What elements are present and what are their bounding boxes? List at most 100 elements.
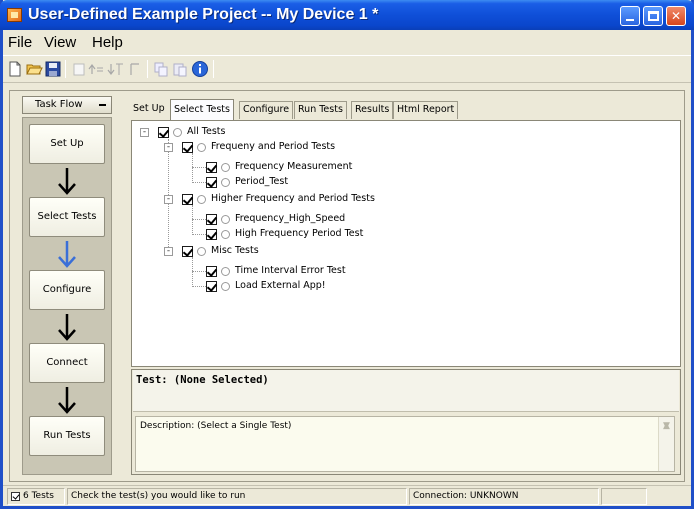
collapse-icon[interactable]: - bbox=[164, 143, 173, 152]
info-icon[interactable] bbox=[191, 60, 209, 78]
application-window: User-Defined Example Project -- My Devic… bbox=[0, 0, 694, 509]
tree-label: All Tests bbox=[187, 126, 226, 137]
checkbox-checked[interactable] bbox=[182, 246, 193, 257]
task-flow-panel: Task Flow Set Up Select Tests Configure … bbox=[14, 95, 118, 479]
arrow-down-icon bbox=[58, 387, 76, 414]
menu-file[interactable]: File bbox=[8, 34, 32, 51]
tree-connector bbox=[192, 167, 206, 168]
checkbox-checked[interactable] bbox=[206, 266, 217, 277]
tree-node-test[interactable]: Load External App! bbox=[206, 279, 506, 293]
description-scrollbar[interactable]: ▲ ▼ bbox=[658, 417, 674, 471]
tab-configure[interactable]: Configure bbox=[239, 101, 294, 119]
maximize-icon bbox=[648, 11, 659, 21]
description-box[interactable]: Description: (Select a Single Test) ▲ ▼ bbox=[135, 416, 675, 472]
tab-html-report[interactable]: Html Report bbox=[393, 101, 459, 119]
close-icon: ✕ bbox=[670, 9, 682, 23]
tests-count: 6 Tests bbox=[23, 491, 54, 501]
step-set-up-button[interactable]: Set Up bbox=[29, 124, 105, 164]
tree-node-root[interactable]: - All Tests bbox=[140, 125, 340, 139]
connection-status-cell: Connection: UNKNOWN bbox=[409, 488, 599, 505]
main-area: Task Flow Set Up Select Tests Configure … bbox=[9, 90, 685, 482]
status-circle-icon bbox=[173, 128, 182, 137]
paste-icon[interactable] bbox=[171, 60, 189, 78]
tree-label: Higher Frequency and Period Tests bbox=[211, 193, 375, 204]
tree-node-group[interactable]: - Frequeny and Period Tests bbox=[164, 140, 464, 154]
tree-node-group[interactable]: - Misc Tests bbox=[164, 244, 464, 258]
tab-run-tests[interactable]: Run Tests bbox=[294, 101, 347, 119]
status-circle-icon bbox=[221, 178, 230, 187]
checkbox-checked[interactable] bbox=[206, 177, 217, 188]
checkbox-checked[interactable] bbox=[182, 194, 193, 205]
checkbox-checked[interactable] bbox=[158, 127, 169, 138]
tab-set-up[interactable]: Set Up bbox=[130, 101, 168, 119]
tree-label: Load External App! bbox=[235, 280, 326, 291]
menu-view[interactable]: View bbox=[44, 34, 76, 51]
tree-connector bbox=[192, 153, 193, 183]
menu-bar: File View Help bbox=[3, 30, 691, 54]
tree-node-group[interactable]: - Higher Frequency and Period Tests bbox=[164, 192, 464, 206]
tree-connector bbox=[192, 182, 206, 183]
save-icon[interactable] bbox=[44, 60, 62, 78]
step-connect-button[interactable]: Connect bbox=[29, 343, 105, 383]
status-hint: Check the test(s) you would like to run bbox=[71, 491, 246, 501]
tree-label: High Frequency Period Test bbox=[235, 228, 364, 239]
tests-count-cell: 6 Tests bbox=[7, 488, 65, 505]
tree-label: Time Interval Error Test bbox=[235, 265, 346, 276]
minimize-button[interactable] bbox=[620, 6, 640, 26]
tree-node-test[interactable]: Period_Test bbox=[206, 175, 506, 189]
tree-connector bbox=[192, 271, 206, 272]
checkbox-checked[interactable] bbox=[206, 162, 217, 173]
arrow-down-icon bbox=[58, 241, 76, 268]
window-title: User-Defined Example Project -- My Devic… bbox=[28, 6, 379, 23]
tree-label: Frequency Measurement bbox=[235, 161, 353, 172]
arrow-down-icon bbox=[58, 314, 76, 341]
toolbar-separator bbox=[147, 60, 148, 78]
collapse-icon[interactable] bbox=[99, 104, 106, 106]
tree-label: Frequency_High_Speed bbox=[235, 213, 346, 224]
toolbar bbox=[3, 55, 691, 83]
close-button[interactable]: ✕ bbox=[666, 6, 686, 26]
tab-results[interactable]: Results bbox=[351, 101, 394, 119]
step-configure-button[interactable]: Configure bbox=[29, 270, 105, 310]
tab-select-tests[interactable]: Select Tests bbox=[170, 99, 234, 120]
maximize-button[interactable] bbox=[643, 6, 663, 26]
task-flow-title: Task Flow bbox=[35, 99, 83, 110]
menu-help[interactable]: Help bbox=[92, 34, 123, 51]
move-up-icon[interactable] bbox=[88, 60, 106, 78]
page-icon[interactable] bbox=[70, 60, 88, 78]
tree-node-test[interactable]: Frequency Measurement bbox=[206, 160, 506, 174]
status-circle-icon bbox=[197, 195, 206, 204]
selected-test-header: Test: (None Selected) bbox=[133, 370, 679, 412]
copy-icon[interactable] bbox=[152, 60, 170, 78]
task-flow-body: Set Up Select Tests Configure Connect Ru… bbox=[22, 117, 112, 475]
toolbar-separator bbox=[65, 60, 66, 78]
new-file-icon[interactable] bbox=[6, 60, 24, 78]
tree-node-test[interactable]: Time Interval Error Test bbox=[206, 264, 506, 278]
task-flow-header[interactable]: Task Flow bbox=[22, 96, 112, 114]
checkbox-checked[interactable] bbox=[206, 281, 217, 292]
step-run-tests-button[interactable]: Run Tests bbox=[29, 416, 105, 456]
open-folder-icon[interactable] bbox=[25, 60, 43, 78]
tree-node-test[interactable]: High Frequency Period Test bbox=[206, 227, 506, 241]
toggle-icon[interactable] bbox=[126, 60, 144, 78]
status-circle-icon bbox=[197, 247, 206, 256]
collapse-icon[interactable]: - bbox=[164, 247, 173, 256]
status-hint-cell: Check the test(s) you would like to run bbox=[67, 488, 407, 505]
description-text: Description: (Select a Single Test) bbox=[140, 421, 292, 431]
tree-connector bbox=[192, 234, 206, 235]
scroll-down-icon[interactable]: ▼ bbox=[663, 421, 670, 469]
step-select-tests-button[interactable]: Select Tests bbox=[29, 197, 105, 237]
tree-connector bbox=[192, 205, 193, 235]
checkbox-checked[interactable] bbox=[206, 229, 217, 240]
test-tree: - All Tests - Frequeny and Period Tests … bbox=[131, 120, 681, 367]
collapse-icon[interactable]: - bbox=[164, 195, 173, 204]
status-circle-icon bbox=[221, 163, 230, 172]
tree-connector bbox=[192, 286, 206, 287]
title-bar[interactable]: User-Defined Example Project -- My Devic… bbox=[0, 0, 694, 30]
move-down-icon[interactable] bbox=[107, 60, 125, 78]
status-bar: 6 Tests Check the test(s) you would like… bbox=[3, 485, 691, 506]
tree-node-test[interactable]: Frequency_High_Speed bbox=[206, 212, 506, 226]
checkbox-checked[interactable] bbox=[182, 142, 193, 153]
collapse-icon[interactable]: - bbox=[140, 128, 149, 137]
checkbox-checked[interactable] bbox=[206, 214, 217, 225]
